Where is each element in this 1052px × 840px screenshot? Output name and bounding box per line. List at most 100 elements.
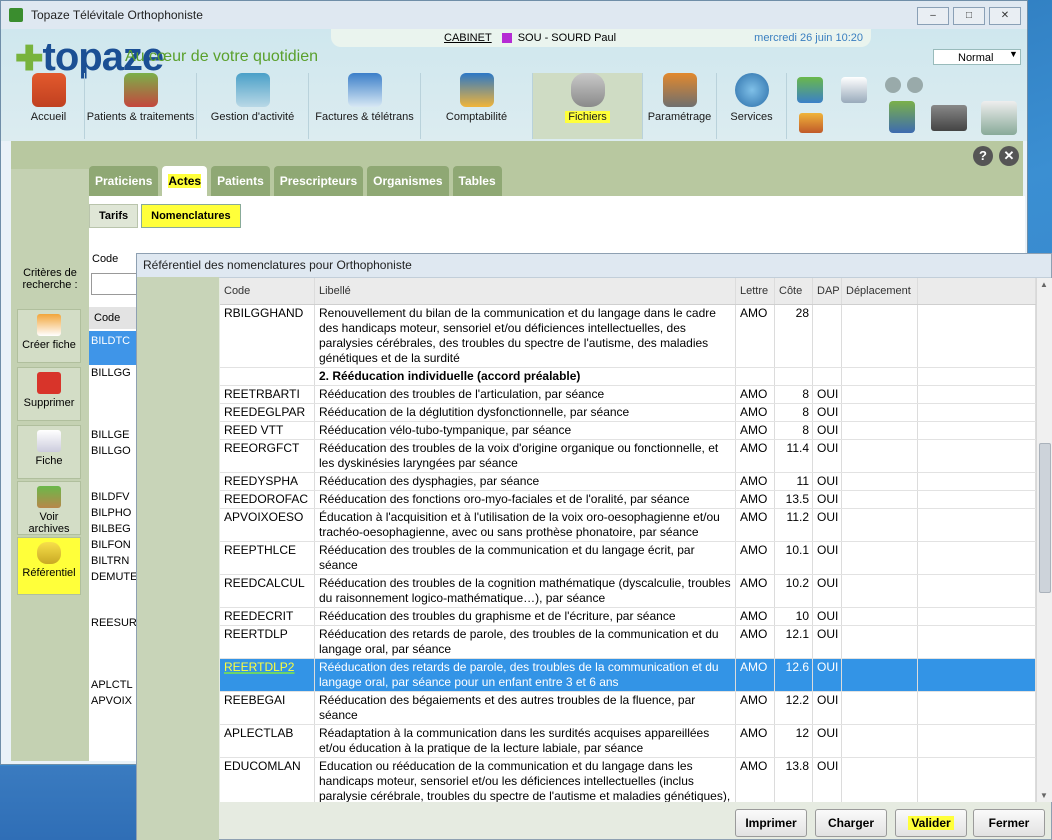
- cell-filler: [918, 608, 1036, 625]
- close-icon[interactable]: ✕: [999, 146, 1019, 166]
- cell-deplacement: [842, 473, 918, 490]
- list-item[interactable]: BILLGE: [91, 429, 130, 441]
- cell-cote: 8: [775, 386, 813, 403]
- print-button[interactable]: Imprimer: [735, 809, 807, 837]
- cell-dap: OUI: [813, 725, 842, 757]
- tab-nomenclatures[interactable]: Nomenclatures: [141, 204, 241, 228]
- tagline: Au cœur de votre quotidien: [125, 48, 318, 65]
- printer-icon[interactable]: [931, 105, 967, 131]
- nav-patients[interactable]: Patients & traitements: [85, 73, 197, 139]
- table-row[interactable]: REEORGFCT Rééducation des troubles de la …: [220, 440, 1036, 473]
- cell-libelle: Rééducation des retards de parole, des t…: [315, 626, 736, 658]
- list-item[interactable]: BILTRN: [91, 555, 129, 567]
- delete-button[interactable]: Supprimer: [17, 367, 81, 421]
- nav-parametrage[interactable]: Paramétrage: [643, 73, 717, 139]
- list-item[interactable]: BILPHO: [91, 507, 131, 519]
- chevron-down-icon[interactable]: ▼: [1009, 49, 1018, 59]
- column-code[interactable]: Code: [220, 278, 315, 304]
- cell-libelle: Rééducation des fonctions oro-myo-facial…: [315, 491, 736, 508]
- referentiel-button[interactable]: Référentiel: [17, 537, 81, 595]
- prev-circle-icon[interactable]: [885, 77, 901, 93]
- nav-factures[interactable]: Factures & télétrans: [309, 73, 421, 139]
- tab-organismes[interactable]: Organismes: [367, 166, 449, 196]
- nav-comptabilite[interactable]: Comptabilité: [421, 73, 533, 139]
- help-icon[interactable]: ?: [973, 146, 993, 166]
- cell-libelle: Rééducation des bégaiements et des autre…: [315, 692, 736, 724]
- create-file-button[interactable]: Créer fiche: [17, 309, 81, 363]
- column-cote[interactable]: Côte: [775, 278, 813, 304]
- table-row[interactable]: EDUCOMLAN Education ou rééducation de la …: [220, 758, 1036, 802]
- cell-libelle: Rééducation des troubles de l'articulati…: [315, 386, 736, 403]
- table-row[interactable]: REEPTHLCE Rééducation des troubles de la …: [220, 542, 1036, 575]
- list-item[interactable]: BILBEG: [91, 523, 131, 535]
- cell-cote: 10.2: [775, 575, 813, 607]
- list-item[interactable]: REESUR: [91, 617, 137, 629]
- tab-praticiens[interactable]: Praticiens: [89, 166, 159, 196]
- cell-deplacement: [842, 386, 918, 403]
- nav-services[interactable]: Services: [717, 73, 787, 139]
- column-deplacement[interactable]: Déplacement: [842, 278, 918, 304]
- list-item[interactable]: BILDFV: [91, 491, 130, 503]
- cell-dap: OUI: [813, 659, 842, 691]
- column-lettre[interactable]: Lettre: [736, 278, 775, 304]
- doctor-icon[interactable]: [889, 101, 915, 133]
- table-row[interactable]: 2. Rééducation individuelle (accord préa…: [220, 368, 1036, 386]
- background-selected-row[interactable]: BILDTC: [89, 331, 137, 365]
- table-row[interactable]: RBILGGHAND Renouvellement du bilan de la …: [220, 305, 1036, 368]
- cell-lettre: AMO: [736, 473, 775, 490]
- mode-select[interactable]: Normal: [933, 49, 1021, 65]
- table-row[interactable]: REED VTT Rééducation vélo-tubo-tympanique…: [220, 422, 1036, 440]
- cell-cote: 28: [775, 305, 813, 367]
- scrollbar-thumb[interactable]: [1039, 443, 1051, 593]
- card-reader-icon[interactable]: [841, 77, 867, 103]
- table-row[interactable]: REEDEGLPAR Rééducation de la déglutition …: [220, 404, 1036, 422]
- sync-icon[interactable]: [981, 101, 1017, 135]
- tab-actes[interactable]: Actes: [162, 166, 208, 196]
- list-item[interactable]: BILLGO: [91, 445, 131, 457]
- vertical-scrollbar[interactable]: ▲ ▼: [1036, 278, 1052, 802]
- archive-box-icon: [37, 486, 61, 508]
- maximize-button[interactable]: □: [953, 7, 985, 25]
- minimize-button[interactable]: –: [917, 7, 949, 25]
- tab-patients[interactable]: Patients: [211, 166, 270, 196]
- list-item[interactable]: BILLGG: [91, 367, 131, 379]
- taskbar: [0, 766, 136, 840]
- column-libelle[interactable]: Libellé: [315, 278, 736, 304]
- close-window-button[interactable]: ✕: [989, 7, 1021, 25]
- cabinet-link[interactable]: CABINET: [444, 32, 492, 44]
- archives-button[interactable]: Voir archives: [17, 481, 81, 535]
- next-circle-icon[interactable]: [907, 77, 923, 93]
- column-dap[interactable]: DAP: [813, 278, 842, 304]
- tab-prescripteurs[interactable]: Prescripteurs: [273, 166, 364, 196]
- list-item[interactable]: APVOIX: [91, 695, 132, 707]
- pencil-icon[interactable]: [799, 113, 823, 133]
- table-row[interactable]: REEDOROFAC Rééducation des fonctions oro-…: [220, 491, 1036, 509]
- scroll-up-icon[interactable]: ▲: [1040, 280, 1048, 289]
- nav-gestion[interactable]: Gestion d'activité: [197, 73, 309, 139]
- table-row[interactable]: REEBEGAI Rééducation des bégaiements et d…: [220, 692, 1036, 725]
- table-row[interactable]: REERTDLP Rééducation des retards de parol…: [220, 626, 1036, 659]
- tools-icon[interactable]: [797, 77, 823, 103]
- list-item[interactable]: DEMUTE: [91, 571, 137, 583]
- table-row[interactable]: REETRBARTI Rééducation des troubles de l'…: [220, 386, 1036, 404]
- table-row[interactable]: REERTDLP2 Rééducation des retards de paro…: [220, 659, 1036, 692]
- scroll-down-icon[interactable]: ▼: [1040, 791, 1048, 800]
- tab-tables[interactable]: Tables: [452, 166, 502, 196]
- nav-fichiers[interactable]: Fichiers: [533, 73, 643, 139]
- table-row[interactable]: APLECTLAB Réadaptation à la communication…: [220, 725, 1036, 758]
- table-row[interactable]: REEDECRIT Rééducation des troubles du gra…: [220, 608, 1036, 626]
- table-row[interactable]: REEDCALCUL Rééducation des troubles de la…: [220, 575, 1036, 608]
- validate-button[interactable]: Valider: [895, 809, 967, 837]
- table-row[interactable]: REEDYSPHA Rééducation des dysphagies, par…: [220, 473, 1036, 491]
- tab-tarifs[interactable]: Tarifs: [89, 204, 139, 228]
- code-filter-input[interactable]: [91, 273, 139, 295]
- user-color-swatch: [501, 33, 512, 43]
- table-row[interactable]: APVOIXOESO Éducation à l'acquisition et à…: [220, 509, 1036, 542]
- load-button[interactable]: Charger: [815, 809, 887, 837]
- close-button[interactable]: Fermer: [973, 809, 1045, 837]
- cell-cote: 13.5: [775, 491, 813, 508]
- list-item[interactable]: BILFON: [91, 539, 131, 551]
- list-item[interactable]: APLCTL: [91, 679, 133, 691]
- nav-accueil[interactable]: Accueil: [13, 73, 85, 139]
- file-button[interactable]: Fiche: [17, 425, 81, 479]
